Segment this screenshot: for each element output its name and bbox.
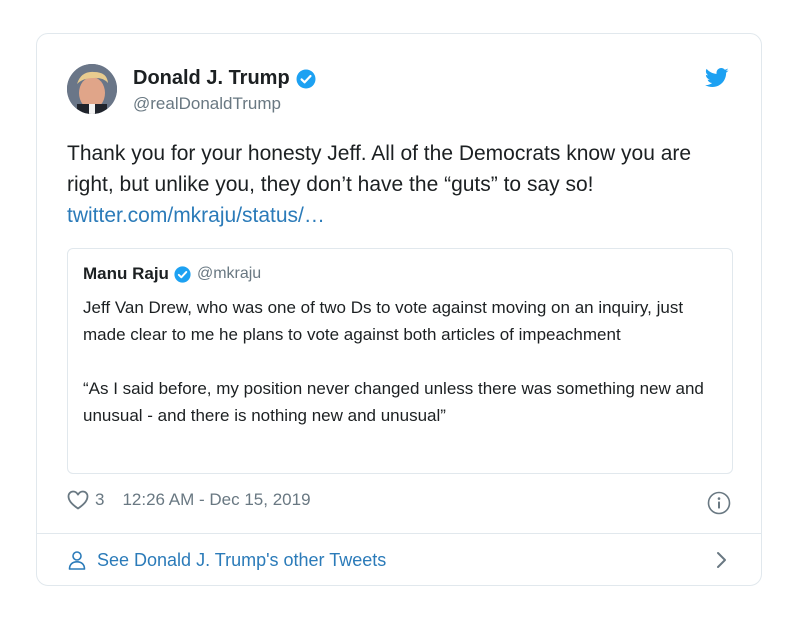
quoted-tweet-text: Jeff Van Drew, who was one of two Ds to … <box>83 294 723 429</box>
embedded-tweet-card: Donald J. Trump @realDonaldTrump Thank y… <box>36 33 762 586</box>
author-name-row[interactable]: Donald J. Trump <box>133 67 316 90</box>
verified-badge-icon <box>174 265 191 283</box>
tweet-link[interactable]: twitter.com/mkraju/status/… <box>67 204 325 227</box>
twitter-bird-icon[interactable] <box>704 68 729 88</box>
quoted-tweet[interactable]: Manu Raju @mkraju Jeff Van Drew, who was… <box>67 248 733 474</box>
quoted-tweet-header: Manu Raju @mkraju <box>83 264 261 284</box>
quoted-author-handle: @mkraju <box>196 265 262 282</box>
person-icon <box>67 550 87 570</box>
verified-badge-icon <box>296 69 316 89</box>
quoted-paragraph: Jeff Van Drew, who was one of two Ds to … <box>83 298 684 344</box>
like-count[interactable]: 3 <box>95 490 104 510</box>
see-other-tweets-label[interactable]: See Donald J. Trump's other Tweets <box>97 550 386 571</box>
author-handle[interactable]: @realDonaldTrump <box>133 94 281 114</box>
timestamp[interactable]: 12:26 AM - Dec 15, 2019 <box>122 490 310 510</box>
tweet-text: Thank you for your honesty Jeff. All of … <box>67 138 737 231</box>
tweet-meta: 3 12:26 AM - Dec 15, 2019 <box>67 490 311 510</box>
quoted-paragraph: “As I said before, my position never cha… <box>83 379 704 425</box>
avatar[interactable] <box>67 64 117 114</box>
chevron-right-icon[interactable] <box>715 551 729 569</box>
see-other-tweets-link[interactable]: See Donald J. Trump's other Tweets <box>67 534 731 586</box>
heart-icon[interactable] <box>67 490 89 510</box>
tweet-body: Thank you for your honesty Jeff. All of … <box>67 142 692 196</box>
quoted-author-name: Manu Raju <box>83 264 169 283</box>
author-name[interactable]: Donald J. Trump <box>133 67 290 90</box>
info-icon[interactable] <box>707 491 731 515</box>
